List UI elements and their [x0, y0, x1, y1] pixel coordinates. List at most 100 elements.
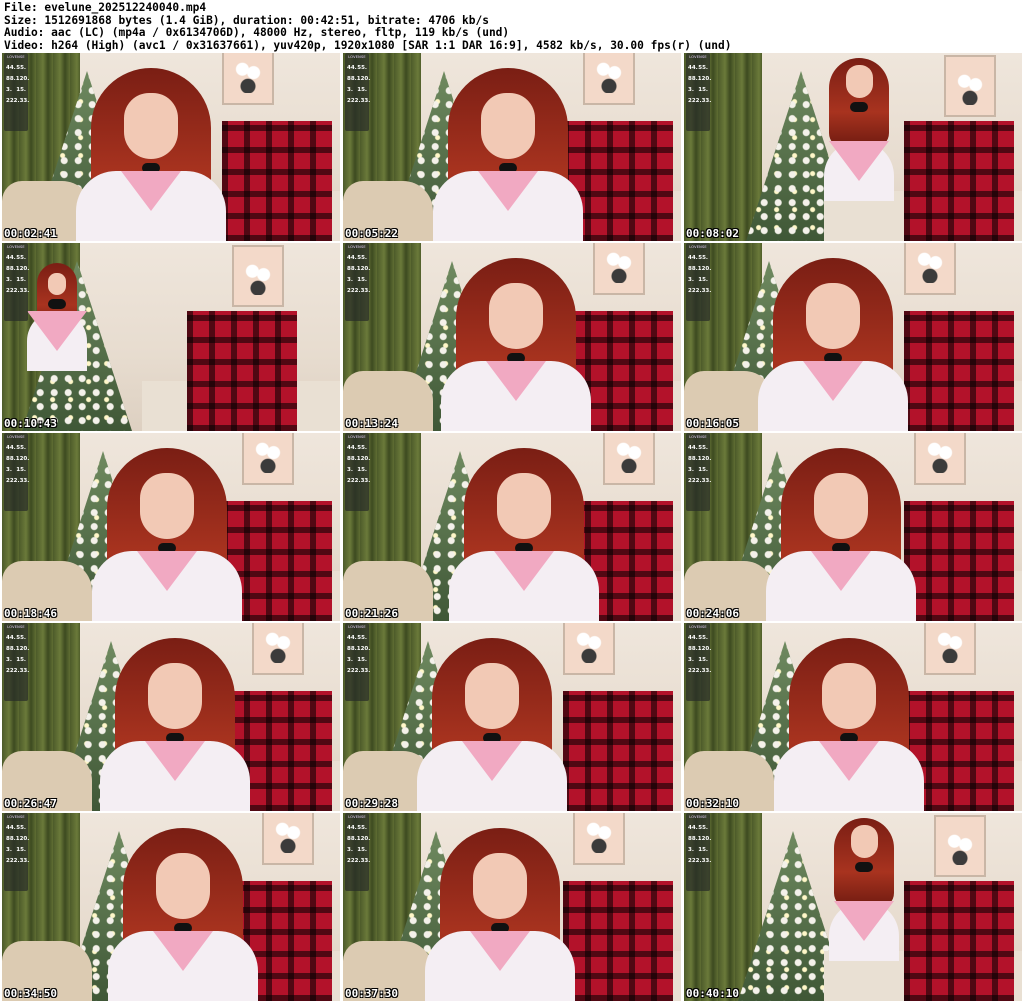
- plaid-blanket: [187, 311, 297, 431]
- widget-level-value: 120.: [356, 76, 371, 82]
- widget-row: 222. 33.: [5, 478, 29, 484]
- video-thumbnail[interactable]: LOVENSE 44. 55. 88. 120. 3. 15. 222. 33. 00:02:41: [2, 53, 340, 241]
- thumbnail-timestamp: 00:05:22: [345, 227, 398, 240]
- widget-level-value: 55.: [357, 825, 367, 831]
- widget-level-value: 15.: [357, 847, 367, 853]
- widget-row: 44. 55.: [5, 65, 27, 71]
- video-thumbnail[interactable]: LOVENSE 44. 55. 88. 120. 3. 15. 222. 33. 00:34:50: [2, 813, 340, 1001]
- plaid-blanket: [563, 691, 673, 811]
- face: [806, 283, 860, 349]
- widget-level-value: 88.: [347, 266, 357, 272]
- widget-level-value: 222.: [688, 478, 702, 484]
- widget-row: 222. 33.: [687, 858, 711, 864]
- video-thumbnail[interactable]: LOVENSE 44. 55. 88. 120. 3. 15. 222. 33. 00:10:43: [2, 243, 340, 431]
- flower-poster: [914, 433, 966, 485]
- widget-row: 44. 55.: [346, 65, 368, 71]
- lovense-tip-widget: LOVENSE 44. 55. 88. 120. 3. 15. 222. 33.: [4, 813, 29, 891]
- widget-level-value: 120.: [15, 76, 30, 82]
- widget-level-value: 120.: [356, 646, 371, 652]
- widget-level-value: 33.: [360, 668, 371, 674]
- widget-level-value: 55.: [16, 825, 26, 831]
- face: [822, 663, 876, 729]
- widget-row: 3. 15.: [5, 277, 27, 283]
- widget-level-value: 55.: [698, 255, 708, 261]
- widget-level-value: 3.: [347, 87, 353, 93]
- flower-poster: [232, 245, 284, 307]
- flower-poster: [934, 815, 986, 877]
- audio-info-line: Audio: aac (LC) (mp4a / 0x6134706D), 480…: [4, 27, 510, 39]
- widget-row: 3. 15.: [687, 87, 709, 93]
- thumbnail-timestamp: 00:13:24: [345, 417, 398, 430]
- pink-white-top: [425, 931, 575, 1001]
- file-info-header: File: evelune_202512240040.mp4 Size: 151…: [4, 2, 1020, 52]
- widget-level-value: 55.: [698, 635, 708, 641]
- plaid-blanket: [904, 311, 1014, 431]
- widget-level-value: 3.: [688, 467, 694, 473]
- widget-level-value: 3.: [688, 657, 694, 663]
- widget-row: 44. 55.: [687, 255, 709, 261]
- choker: [850, 102, 868, 112]
- widget-row: 88. 120.: [687, 836, 711, 842]
- lovense-tip-widget: LOVENSE 44. 55. 88. 120. 3. 15. 222. 33.: [345, 433, 371, 511]
- lovense-tip-widget: LOVENSE 44. 55. 88. 120. 3. 15. 222. 33.: [345, 813, 370, 891]
- flower-poster: [904, 243, 956, 295]
- widget-row: 3. 15.: [687, 847, 709, 853]
- video-thumbnail[interactable]: LOVENSE 44. 55. 88. 120. 3. 15. 222. 33. 00:18:46: [2, 433, 340, 621]
- video-thumbnail[interactable]: LOVENSE 44. 55. 88. 120. 3. 15. 222. 33. 00:13:24: [343, 243, 681, 431]
- plaid-blanket: [563, 881, 673, 1001]
- thumbnail-timestamp: 00:24:06: [686, 607, 739, 620]
- widget-row: 3. 15.: [346, 277, 368, 283]
- widget-row: 44. 55.: [346, 825, 368, 831]
- video-thumbnail[interactable]: LOVENSE 44. 55. 88. 120. 3. 15. 222. 33. 00:37:30: [343, 813, 681, 1001]
- widget-row: 44. 55.: [5, 445, 27, 451]
- widget-level-value: 120.: [15, 646, 30, 652]
- video-thumbnail[interactable]: LOVENSE 44. 55. 88. 120. 3. 15. 222. 33. 00:32:10: [684, 623, 1022, 811]
- widget-level-value: 222.: [688, 858, 702, 864]
- widget-row: 44. 55.: [687, 445, 709, 451]
- widget-level-value: 33.: [701, 288, 712, 294]
- video-thumbnail[interactable]: LOVENSE 44. 55. 88. 120. 3. 15. 222. 33. 00:24:06: [684, 433, 1022, 621]
- widget-level-value: 55.: [357, 445, 367, 451]
- widget-level-value: 55.: [698, 825, 708, 831]
- widget-row: 222. 33.: [346, 858, 370, 864]
- video-thumbnail[interactable]: LOVENSE 44. 55. 88. 120. 3. 15. 222. 33. 00:16:05: [684, 243, 1022, 431]
- thumbnail-grid: LOVENSE 44. 55. 88. 120. 3. 15. 222. 33. 00:02:41…: [2, 53, 1022, 1001]
- widget-level-value: 88.: [347, 76, 357, 82]
- flower-poster: [563, 623, 615, 675]
- thumbnail-timestamp: 00:37:30: [345, 987, 398, 1000]
- widget-level-value: 3.: [347, 467, 353, 473]
- thumbnail-timestamp: 00:26:47: [4, 797, 57, 810]
- widget-level-value: 33.: [360, 478, 371, 484]
- lovense-tip-widget: LOVENSE 44. 55. 88. 120. 3. 15. 222. 33.: [345, 53, 371, 131]
- video-thumbnail[interactable]: LOVENSE 44. 55. 88. 120. 3. 15. 222. 33. 00:21:26: [343, 433, 681, 621]
- lovense-tip-widget: LOVENSE 44. 55. 88. 120. 3. 15. 222. 33.: [686, 433, 712, 511]
- widget-level-value: 44.: [347, 445, 357, 451]
- lovense-tip-widget: LOVENSE 44. 55. 88. 120. 3. 15. 222. 33.: [4, 243, 30, 321]
- widget-level-value: 44.: [347, 825, 357, 831]
- widget-title: LOVENSE: [348, 55, 366, 59]
- widget-level-value: 15.: [357, 467, 367, 473]
- widget-level-value: 44.: [688, 65, 698, 71]
- widget-level-value: 44.: [688, 825, 698, 831]
- flower-poster: [924, 623, 976, 675]
- flower-poster: [222, 53, 274, 105]
- widget-level-value: 3.: [688, 87, 694, 93]
- video-thumbnail[interactable]: LOVENSE 44. 55. 88. 120. 3. 15. 222. 33. 00:08:02: [684, 53, 1022, 241]
- thumbnail-timestamp: 00:08:02: [686, 227, 739, 240]
- widget-row: 222. 33.: [687, 478, 712, 484]
- widget-level-value: 33.: [19, 288, 30, 294]
- widget-level-value: 33.: [701, 668, 712, 674]
- pink-white-top: [100, 741, 250, 811]
- widget-level-value: 55.: [698, 65, 708, 71]
- video-thumbnail[interactable]: LOVENSE 44. 55. 88. 120. 3. 15. 222. 33. 00:29:28: [343, 623, 681, 811]
- widget-level-value: 88.: [688, 456, 698, 462]
- widget-row: 44. 55.: [5, 825, 27, 831]
- widget-row: 222. 33.: [5, 858, 29, 864]
- video-thumbnail[interactable]: LOVENSE 44. 55. 88. 120. 3. 15. 222. 33. 00:26:47: [2, 623, 340, 811]
- widget-level-value: 3.: [6, 277, 12, 283]
- video-thumbnail[interactable]: LOVENSE 44. 55. 88. 120. 3. 15. 222. 33. 00:05:22: [343, 53, 681, 241]
- pink-white-top: [449, 551, 599, 621]
- widget-level-value: 33.: [701, 478, 712, 484]
- video-thumbnail[interactable]: LOVENSE 44. 55. 88. 120. 3. 15. 222. 33. 00:40:10: [684, 813, 1022, 1001]
- widget-level-value: 222.: [688, 668, 702, 674]
